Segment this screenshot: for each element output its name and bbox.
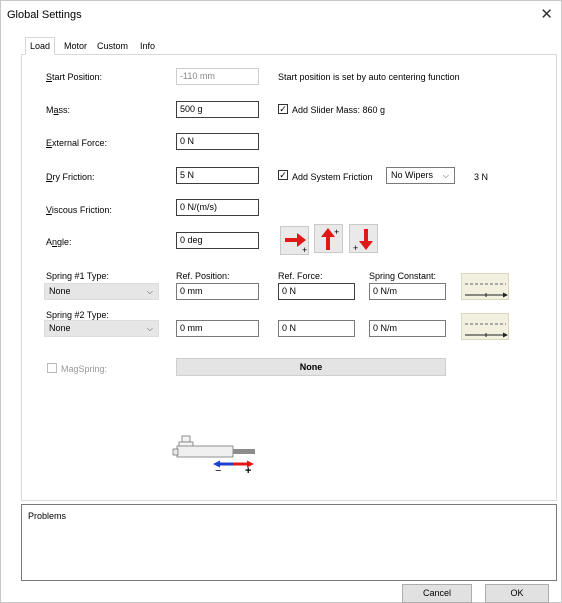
ok-button[interactable]: OK — [485, 584, 549, 603]
spring2-ref-position-field[interactable]: 0 mm — [176, 320, 259, 337]
spring-graph-icon — [465, 283, 508, 298]
spring1-type-select[interactable]: None ⌵ — [44, 283, 159, 300]
viscous-friction-label: Viscous Friction: — [46, 205, 112, 215]
magspring-label: MagSpring: — [61, 364, 108, 374]
external-force-label: External Force: — [46, 138, 108, 148]
spring2-ref-force-field[interactable]: 0 N — [278, 320, 355, 337]
external-force-field[interactable]: 0 N — [176, 133, 259, 150]
viscous-friction-field[interactable]: 0 N/(m/s) — [176, 199, 259, 216]
dialog-title: Global Settings — [7, 9, 82, 21]
direction-up-button[interactable]: + — [314, 224, 343, 253]
close-icon[interactable]: ✕ — [540, 5, 553, 23]
magspring-selector: None — [176, 358, 446, 376]
dry-friction-field[interactable]: 5 N — [176, 167, 259, 184]
arrow-right-icon: + — [285, 233, 307, 255]
system-friction-value: 3 N — [474, 172, 489, 182]
svg-text:+: + — [334, 227, 339, 237]
angle-label: Angle: — [46, 237, 72, 247]
mass-field[interactable]: 500 g — [176, 101, 259, 118]
spring1-ref-force-field[interactable]: 0 N — [278, 283, 355, 300]
spring1-type-label: Spring #1 Type: — [46, 271, 109, 281]
title-bar: Global Settings ✕ — [1, 1, 561, 29]
spring2-type-label: Spring #2 Type: — [46, 310, 109, 320]
ref-force-header: Ref. Force: — [278, 271, 323, 281]
actuator-plus-sign: + — [245, 465, 252, 477]
spring1-type-value: None — [49, 286, 71, 296]
spring-constant-header: Spring Constant: — [369, 271, 437, 281]
chevron-down-icon: ⌵ — [442, 171, 449, 180]
cancel-button[interactable]: Cancel — [402, 584, 472, 603]
svg-text:+: + — [302, 245, 307, 255]
direction-right-button[interactable]: + — [280, 226, 309, 255]
start-position-note: Start position is set by auto centering … — [278, 72, 460, 82]
spring2-graph-button[interactable] — [461, 313, 509, 340]
spring1-ref-position-field[interactable]: 0 mm — [176, 283, 259, 300]
spring2-type-value: None — [49, 323, 71, 333]
add-system-friction-checkbox[interactable]: ✓ — [278, 170, 288, 180]
chevron-down-icon: ⌵ — [146, 324, 153, 333]
spring1-spring-constant-field[interactable]: 0 N/m — [369, 283, 446, 300]
ref-position-header: Ref. Position: — [176, 271, 230, 281]
svg-text:+: + — [353, 243, 358, 253]
wipers-selected-value: No Wipers — [391, 170, 434, 180]
magspring-checkbox — [47, 363, 57, 373]
chevron-down-icon: ⌵ — [146, 287, 153, 296]
mass-label: Mass: — [46, 105, 71, 115]
direction-down-button[interactable]: + — [349, 224, 378, 253]
angle-field[interactable]: 0 deg — [176, 232, 259, 249]
spring2-type-select[interactable]: None ⌵ — [44, 320, 159, 337]
tab-info[interactable]: Info — [136, 39, 159, 54]
wipers-select[interactable]: No Wipers ⌵ — [386, 167, 455, 184]
tab-motor[interactable]: Motor — [60, 39, 91, 54]
spring-graph-icon — [465, 323, 508, 338]
add-system-friction-label: Add System Friction — [292, 172, 373, 182]
arrow-down-icon: + — [353, 229, 373, 253]
actuator-minus-sign: − — [215, 465, 222, 477]
actuator-diagram: − + — [171, 431, 261, 481]
dry-friction-label: Dry Friction: — [46, 172, 95, 182]
problems-label: Problems — [28, 511, 67, 521]
tab-load[interactable]: Load — [25, 37, 56, 55]
problems-panel: Problems — [21, 504, 557, 581]
spring1-graph-button[interactable] — [461, 273, 509, 300]
spring2-spring-constant-field[interactable]: 0 N/m — [369, 320, 446, 337]
start-position-field: -110 mm — [176, 68, 259, 85]
start-position-label: Start Position: — [46, 72, 103, 82]
global-settings-dialog: Global Settings ✕ Load Motor Custom Info… — [0, 0, 562, 603]
add-slider-mass-label: Add Slider Mass: 860 g — [292, 105, 386, 115]
tab-custom[interactable]: Custom — [93, 39, 132, 54]
arrow-up-icon: + — [321, 227, 339, 250]
add-slider-mass-checkbox[interactable]: ✓ — [278, 104, 288, 114]
